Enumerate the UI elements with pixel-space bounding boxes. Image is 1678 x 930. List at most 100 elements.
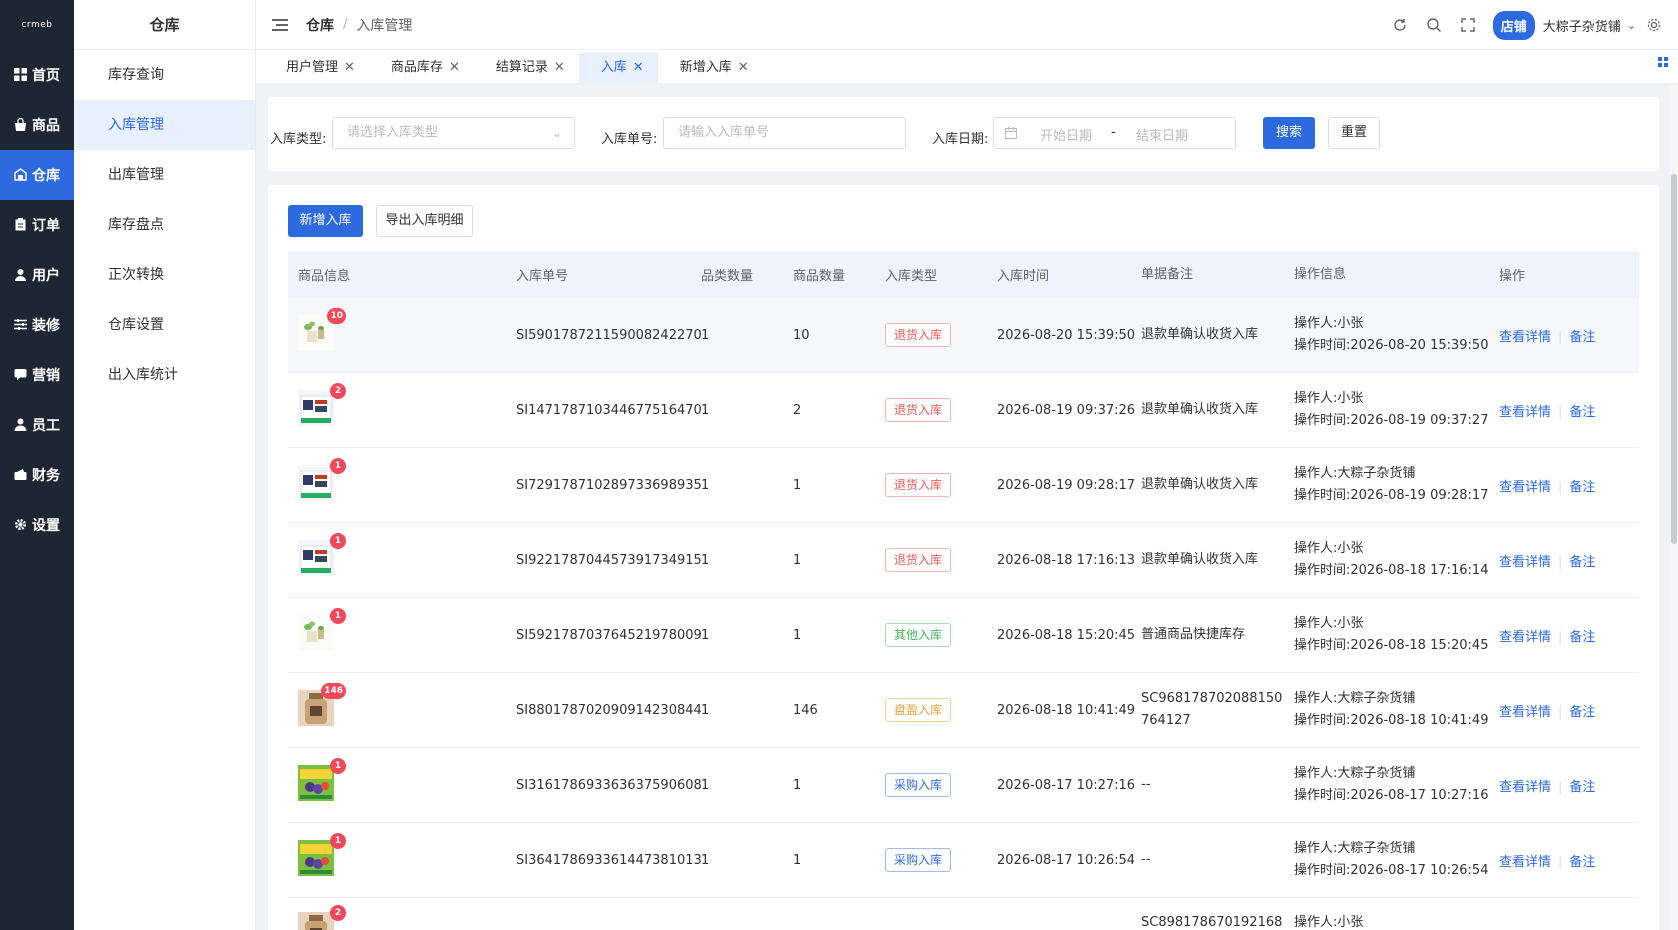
breadcrumb-root[interactable]: 仓库: [306, 15, 334, 35]
cell-category-count: 1: [701, 702, 710, 718]
quantity-badge: 146: [321, 683, 346, 699]
product-thumbnail[interactable]: 1: [298, 833, 346, 876]
col-header-category-count: 品类数量: [701, 269, 754, 284]
submenu-item-6[interactable]: 出入库统计: [74, 350, 255, 400]
view-details-link[interactable]: 查看详情: [1499, 480, 1551, 495]
close-icon[interactable]: ✕: [554, 60, 565, 75]
operator-line: 操作人:小张: [1294, 313, 1499, 335]
chevron-down-icon[interactable]: ⌄: [1627, 19, 1636, 32]
rail-item-1[interactable]: 商品: [0, 100, 74, 150]
export-inbound-button[interactable]: 导出入库明细: [376, 205, 473, 237]
type-select[interactable]: 请选择入库类型 ⌄: [332, 117, 575, 149]
cell-category-count: 1: [701, 327, 710, 343]
view-details-link[interactable]: 查看详情: [1499, 855, 1551, 870]
tab-4[interactable]: 新增入库 ✕: [658, 53, 763, 83]
view-details-link[interactable]: 查看详情: [1499, 555, 1551, 570]
remark-link[interactable]: 备注: [1569, 780, 1595, 795]
cell-actions: 查看详情 | 备注: [1499, 626, 1639, 645]
rail-item-0[interactable]: 首页: [0, 50, 74, 100]
add-inbound-button[interactable]: 新增入库: [288, 205, 363, 237]
rail-item-7[interactable]: 员工: [0, 400, 74, 450]
tab-3[interactable]: 入库 ✕: [578, 53, 658, 83]
product-thumbnail[interactable]: 1: [298, 458, 346, 501]
operator-name: 大粽子杂货铺: [1337, 841, 1416, 856]
remark-link[interactable]: 备注: [1569, 480, 1595, 495]
remark-link[interactable]: 备注: [1569, 705, 1595, 720]
view-details-link[interactable]: 查看详情: [1499, 330, 1551, 345]
scrollbar-thumb[interactable]: [1671, 174, 1677, 544]
rail-item-8[interactable]: 财务: [0, 450, 74, 500]
rail-item-5[interactable]: 装修: [0, 300, 74, 350]
product-thumbnail[interactable]: 1: [298, 608, 346, 651]
submenu-item-4[interactable]: 正次转换: [74, 250, 255, 300]
remark-link[interactable]: 备注: [1569, 855, 1595, 870]
cell-type: 退货入库: [885, 323, 997, 347]
date-range-picker[interactable]: 开始日期 - 结束日期: [993, 117, 1236, 149]
rail-item-6[interactable]: 营销: [0, 350, 74, 400]
cell-type: 退货入库: [885, 548, 997, 572]
fullscreen-icon[interactable]: [1460, 17, 1476, 33]
close-icon[interactable]: ✕: [344, 60, 355, 75]
product-thumbnail[interactable]: 146: [298, 683, 346, 726]
product-thumbnail[interactable]: 1: [298, 758, 346, 801]
user-icon: [14, 268, 28, 282]
tab-label: 入库: [600, 60, 627, 75]
tab-0[interactable]: 用户管理 ✕: [264, 53, 369, 83]
cell-operator-info: 操作人:大粽子杂货铺 操作时间:2026-08-19 09:28:17: [1294, 463, 1499, 507]
cell-category-count: 1: [701, 852, 710, 868]
cell-type: 采购入库: [885, 773, 997, 797]
remark-link[interactable]: 备注: [1569, 330, 1595, 345]
menu-toggle-icon[interactable]: [272, 18, 288, 31]
submenu-item-2[interactable]: 出库管理: [74, 150, 255, 200]
remark-link[interactable]: 备注: [1569, 630, 1595, 645]
product-thumbnail[interactable]: 2: [298, 383, 346, 426]
operator-line: 操作人:大粽子杂货铺: [1294, 838, 1499, 860]
rail-item-9[interactable]: 设置: [0, 500, 74, 550]
close-icon[interactable]: ✕: [633, 60, 644, 75]
store-name[interactable]: 大粽子杂货铺: [1543, 16, 1621, 35]
settings-gear-icon[interactable]: [1646, 17, 1662, 33]
product-thumbnail[interactable]: 10: [298, 308, 346, 351]
view-details-link[interactable]: 查看详情: [1499, 405, 1551, 420]
tab-1[interactable]: 商品库存 ✕: [369, 53, 474, 83]
optime-prefix: 操作时间:: [1294, 563, 1351, 578]
reset-button[interactable]: 重置: [1328, 117, 1380, 149]
rail-item-4[interactable]: 用户: [0, 250, 74, 300]
search-button[interactable]: 搜索: [1263, 117, 1315, 149]
cell-order-no: SI147178710344677516470: [516, 402, 702, 418]
product-thumbnail[interactable]: 2: [298, 905, 346, 930]
remark-link[interactable]: 备注: [1569, 405, 1595, 420]
quantity-badge: 2: [330, 383, 346, 399]
submenu-item-5[interactable]: 仓库设置: [74, 300, 255, 350]
cell-operator-info: 操作人:小张 操作时间:2026-08-19 09:37:27: [1294, 388, 1499, 432]
submenu-item-1[interactable]: 入库管理: [74, 100, 255, 150]
cell-quantity: 1: [793, 477, 802, 493]
store-badge[interactable]: 店铺: [1492, 10, 1535, 40]
view-details-link[interactable]: 查看详情: [1499, 780, 1551, 795]
view-details-link[interactable]: 查看详情: [1499, 705, 1551, 720]
submenu-item-3[interactable]: 库存盘点: [74, 200, 255, 250]
operator-prefix: 操作人:: [1294, 316, 1338, 331]
optime-prefix: 操作时间:: [1294, 413, 1351, 428]
search-icon[interactable]: [1426, 17, 1442, 33]
tab-2[interactable]: 结算记录 ✕: [474, 53, 579, 83]
page-scrollbar[interactable]: [1670, 84, 1678, 930]
close-icon[interactable]: ✕: [449, 60, 460, 75]
rail-item-label: 订单: [32, 218, 60, 234]
table-row: 146 SI880178702090914230844 1 146 盘盈入库 2026-0…: [288, 673, 1639, 748]
refresh-icon[interactable]: [1392, 17, 1408, 33]
rail-item-2[interactable]: 仓库: [0, 150, 74, 200]
date-end[interactable]: 结束日期: [1136, 125, 1188, 144]
view-details-link[interactable]: 查看详情: [1499, 630, 1551, 645]
operator-prefix: 操作人:: [1294, 915, 1338, 930]
rail-item-3[interactable]: 订单: [0, 200, 74, 250]
remark-link[interactable]: 备注: [1569, 555, 1595, 570]
clipboard-icon: [14, 218, 28, 232]
submenu-item-0[interactable]: 库存查询: [74, 50, 255, 100]
date-start[interactable]: 开始日期: [1040, 125, 1092, 144]
close-icon[interactable]: ✕: [738, 60, 749, 75]
tabs-menu-icon[interactable]: [1658, 57, 1668, 67]
product-thumbnail[interactable]: 1: [298, 533, 346, 576]
cell-time: 2026-08-17 10:26:54: [997, 852, 1136, 868]
order-no-input[interactable]: 请输入入库单号: [663, 117, 906, 149]
